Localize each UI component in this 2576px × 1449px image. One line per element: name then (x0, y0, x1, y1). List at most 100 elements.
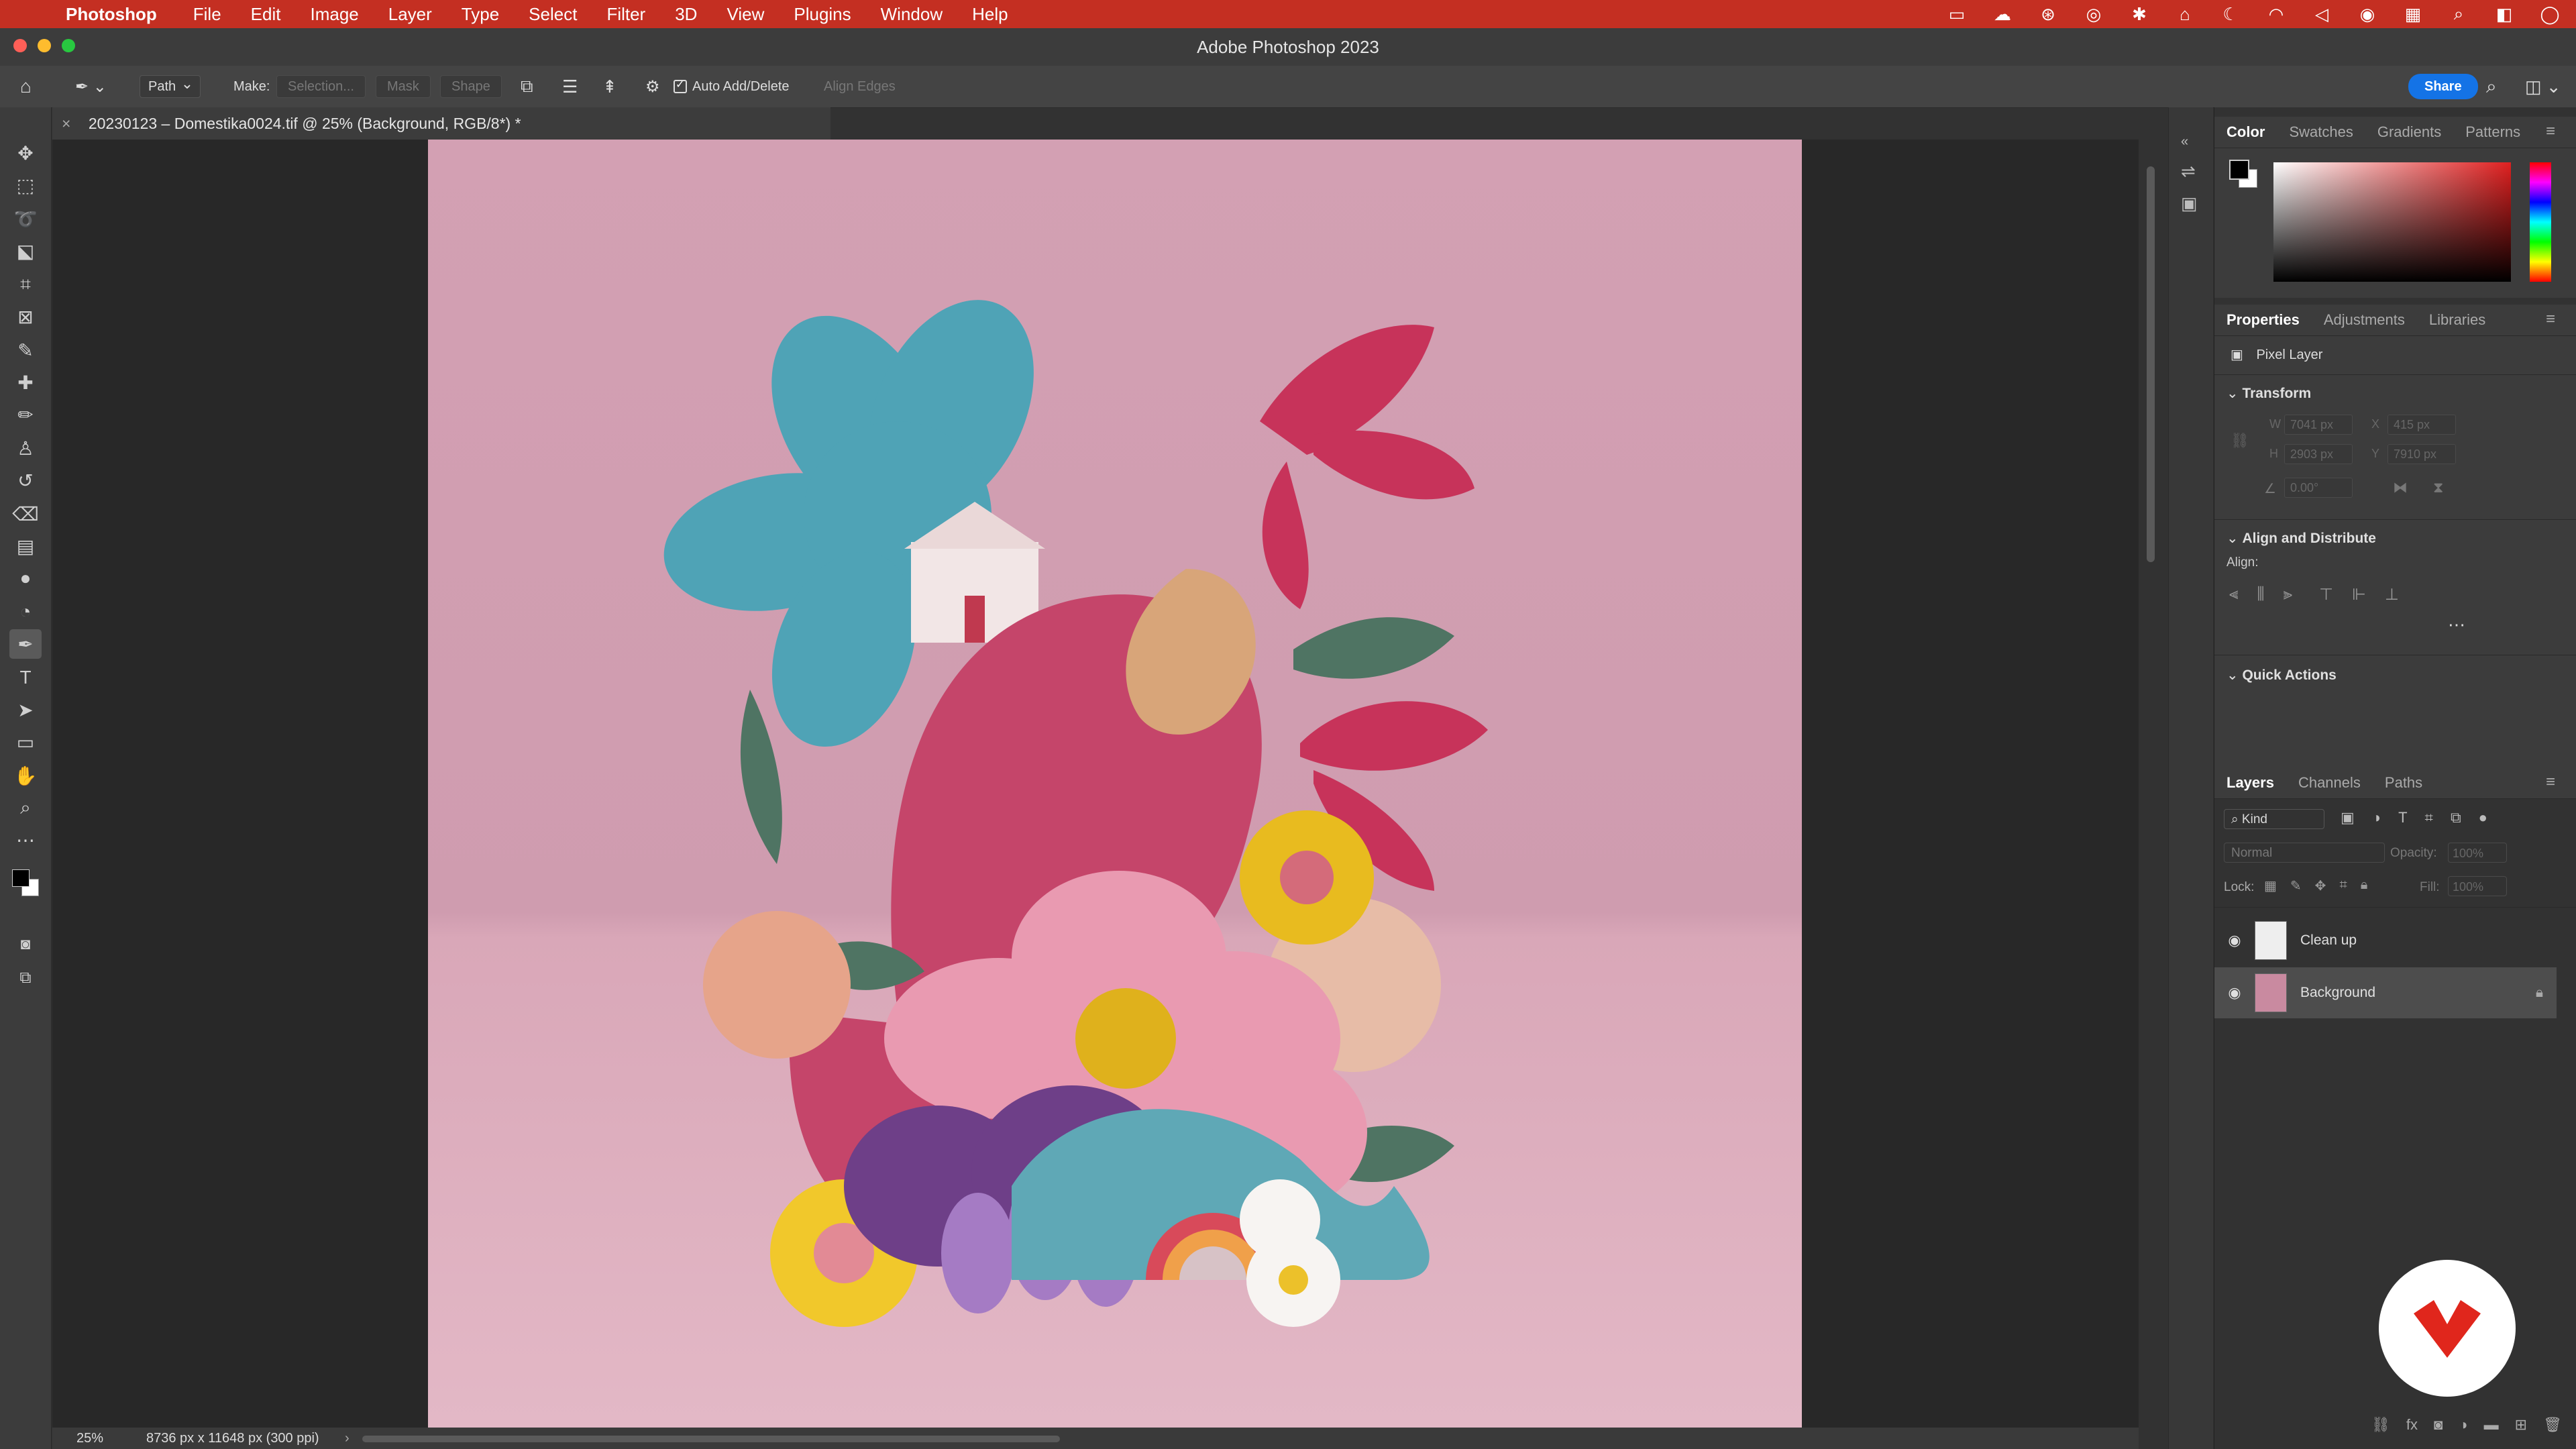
close-window-button[interactable] (13, 39, 27, 52)
add-mask-icon[interactable]: ◙ (2434, 1416, 2443, 1434)
eraser-tool-icon[interactable]: ⌫ (9, 499, 42, 529)
filter-toggle-icon[interactable]: ● (2479, 809, 2487, 826)
quick-actions-header[interactable]: Quick Actions (2226, 667, 2336, 684)
menu-image[interactable]: Image (310, 4, 358, 25)
fx-icon[interactable]: fx (2406, 1416, 2418, 1434)
menu-edit[interactable]: Edit (251, 4, 281, 25)
tab-patterns[interactable]: Patterns (2453, 123, 2532, 141)
link-layers-icon[interactable]: ⛓ (2371, 1416, 2390, 1434)
path-operations-icon[interactable]: ⧉ (521, 66, 533, 107)
lock-transparent-icon[interactable]: ▦ (2264, 877, 2277, 894)
pen-tool-icon[interactable]: ✒ (9, 629, 42, 659)
screen-icon[interactable]: ▭ (1947, 4, 1967, 25)
y-field[interactable]: 7910 px (2387, 444, 2456, 464)
make-selection-button[interactable]: Selection... (276, 75, 366, 98)
smart-object-filter-icon[interactable]: ⧉ (2451, 809, 2461, 826)
eyedropper-tool-icon[interactable]: ✎ (9, 335, 42, 365)
creative-cloud-icon[interactable]: ⊛ (2038, 4, 2058, 25)
adjustment-filter-icon[interactable]: ◑ (2372, 809, 2381, 826)
align-top-icon[interactable]: ⊤ (2319, 585, 2333, 604)
document-image[interactable] (428, 140, 1802, 1428)
path-arrangement-icon[interactable]: ⇞ (602, 66, 617, 107)
angle-field[interactable]: 0.00° (2284, 478, 2353, 498)
close-icon[interactable]: × (62, 115, 70, 132)
height-field[interactable]: 2903 px (2284, 444, 2353, 464)
delete-layer-icon[interactable]: 🗑︎ (2543, 1416, 2562, 1434)
control-center-icon[interactable]: ◧ (2494, 4, 2514, 25)
type-tool-icon[interactable]: T (9, 663, 42, 692)
menu-file[interactable]: File (193, 4, 221, 25)
width-field[interactable]: 7041 px (2284, 415, 2353, 435)
lock-artboard-icon[interactable]: ⌗ (2339, 877, 2347, 894)
new-group-icon[interactable]: ▬ (2484, 1416, 2499, 1434)
cloud-icon[interactable]: ☁ (1992, 4, 2012, 25)
tab-layers[interactable]: Layers (2214, 774, 2286, 792)
brush-tool-icon[interactable]: ✏ (9, 400, 42, 429)
visibility-eye-icon[interactable]: ◉ (2214, 984, 2255, 1002)
keyboard-icon[interactable]: ▦ (2403, 4, 2423, 25)
lock-pixels-icon[interactable]: ✎ (2290, 877, 2302, 894)
moon-icon[interactable]: ☾ (2220, 4, 2241, 25)
tab-properties[interactable]: Properties (2214, 311, 2312, 329)
search-status-icon[interactable]: ⌕ (2449, 3, 2469, 25)
history-panel-icon[interactable]: ⇌ (2181, 161, 2196, 182)
menu-plugins[interactable]: Plugins (794, 4, 851, 25)
menu-select[interactable]: Select (529, 4, 577, 25)
align-right-icon[interactable]: ⫸ (2284, 585, 2293, 604)
minimize-window-button[interactable] (38, 39, 51, 52)
chevron-right-icon[interactable]: › (345, 1428, 350, 1449)
menu-view[interactable]: View (727, 4, 764, 25)
visibility-eye-icon[interactable]: ◉ (2214, 932, 2255, 949)
lock-all-icon[interactable]: 🔒︎ (2361, 877, 2368, 894)
menu-help[interactable]: Help (972, 4, 1008, 25)
path-alignment-icon[interactable]: ☰ (562, 66, 578, 107)
pen-tool-preset-icon[interactable]: ✒ ⌄ (75, 66, 107, 107)
tab-paths[interactable]: Paths (2373, 774, 2434, 792)
sync-icon[interactable]: ◎ (2084, 4, 2104, 25)
tab-channels[interactable]: Channels (2286, 774, 2373, 792)
horizontal-scrollbar[interactable] (362, 1436, 1060, 1442)
make-mask-button[interactable]: Mask (376, 75, 431, 98)
marquee-tool-icon[interactable]: ⬚ (9, 170, 42, 200)
align-left-icon[interactable]: ⫷ (2229, 585, 2239, 604)
layer-row-background[interactable]: ◉ Background 🔒︎ (2214, 967, 2557, 1018)
shape-filter-icon[interactable]: ⌗ (2425, 809, 2433, 826)
menu-window[interactable]: Window (881, 4, 943, 25)
crop-tool-icon[interactable]: ⌗ (9, 270, 42, 299)
tab-gradients[interactable]: Gradients (2365, 123, 2453, 141)
fg-bg-swatch[interactable] (2229, 160, 2259, 192)
dodge-tool-icon[interactable]: ◔ (9, 597, 42, 627)
link-icon[interactable]: ⛓ (2231, 432, 2249, 449)
document-tab[interactable]: × 20230123 – Domestika0024.tif @ 25% (Ba… (52, 107, 830, 140)
hand-tool-icon[interactable]: ✋ (9, 761, 42, 790)
wifi-icon[interactable]: ◠ (2266, 4, 2286, 25)
menu-filter[interactable]: Filter (606, 4, 645, 25)
x-field[interactable]: 415 px (2387, 415, 2456, 435)
screen-mode-icon[interactable]: ⧉ (9, 963, 42, 993)
align-bottom-icon[interactable]: ⊥ (2385, 585, 2399, 604)
zoom-tool-icon[interactable]: ⌕ (9, 793, 42, 822)
opacity-field[interactable]: 100% (2448, 843, 2507, 863)
collapse-panels-icon[interactable]: « (2181, 134, 2188, 150)
new-layer-icon[interactable]: ⊞ (2515, 1416, 2527, 1434)
pixel-filter-icon[interactable]: ▣ (2341, 809, 2355, 826)
lock-position-icon[interactable]: ✥ (2315, 877, 2326, 894)
blur-tool-icon[interactable]: ● (9, 564, 42, 593)
frame-tool-icon[interactable]: ⊠ (9, 302, 42, 331)
home-icon[interactable]: ⌂ (20, 66, 32, 107)
menu-app-name[interactable]: Photoshop (66, 4, 157, 25)
panel-menu-icon[interactable]: ≡ (2534, 122, 2567, 141)
quick-mask-icon[interactable]: ◙ (9, 930, 42, 959)
flip-vertical-icon[interactable]: ⧗ (2433, 479, 2443, 496)
tab-libraries[interactable]: Libraries (2417, 311, 2498, 329)
type-filter-icon[interactable]: T (2398, 809, 2407, 826)
layer-name[interactable]: Clean up (2300, 932, 2357, 949)
align-middle-icon[interactable]: ⊩ (2352, 585, 2366, 604)
document-dimensions[interactable]: 8736 px x 11648 px (300 ppi) (146, 1428, 319, 1449)
share-button[interactable]: Share (2408, 74, 2478, 99)
path-selection-tool-icon[interactable]: ➤ (9, 695, 42, 724)
object-selection-tool-icon[interactable]: ⬕ (9, 236, 42, 266)
user-icon[interactable]: ◉ (2357, 4, 2377, 25)
siri-icon[interactable]: ◯ (2540, 4, 2560, 25)
panel-menu-icon[interactable]: ≡ (2534, 773, 2567, 792)
